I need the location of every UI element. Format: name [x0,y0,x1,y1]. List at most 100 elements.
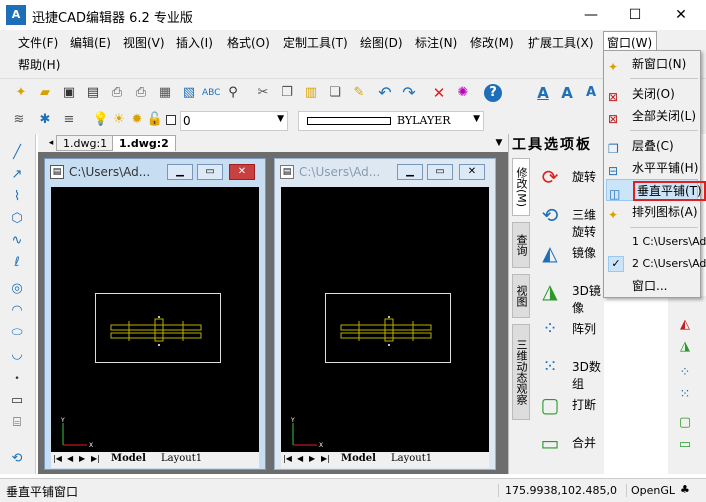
tool-3d-mirror[interactable]: ◮ 3D镜像 [536,274,606,315]
child-close-button[interactable]: ✕ [229,164,255,180]
child-restore-button[interactable]: ▭ [197,164,223,180]
layout-nav-prev-icon[interactable]: ◀ [297,454,303,463]
save-as-icon[interactable]: ▤ [84,84,102,102]
menu-item-arrange-icons[interactable]: ✦ 排列图标(A) [604,201,700,223]
layout-nav-first-icon[interactable]: |◀ [53,454,62,463]
page-setup-icon[interactable]: ▦ [156,84,174,102]
spline-icon[interactable]: ∿ [8,232,26,250]
layout-tab-layout1[interactable]: Layout1 [391,453,432,464]
layout-nav-next-icon[interactable]: ▶ [309,454,315,463]
layer-previous-icon[interactable]: ≡ [60,111,78,129]
tool-break[interactable]: ▢ 打断 [536,388,606,422]
layout-nav-prev-icon[interactable]: ◀ [67,454,73,463]
menu-draw[interactable]: 绘图(D) [358,33,405,53]
array-tool-icon[interactable]: ⁘ [676,364,694,382]
open-folder-icon[interactable]: ▰ [36,84,54,102]
hatch-icon[interactable]: ⌸ [8,414,26,432]
menu-item-tile-horizontal[interactable]: ⊟ 水平平铺(H) [604,157,700,179]
menu-edit[interactable]: 编辑(E) [68,33,113,53]
layer-select[interactable]: 0 ▼ [180,111,288,131]
copy-icon[interactable]: ❐ [278,84,296,102]
tool-array[interactable]: ⁘ 阵列 [536,312,606,346]
print-preview-icon[interactable]: ⎙ [132,84,150,102]
text-style-icon[interactable]: A [534,84,552,102]
layout-tab-layout1[interactable]: Layout1 [161,453,202,464]
tool-rotate[interactable]: ⟳ 旋转 [536,160,606,194]
tab-dwg-2[interactable]: 1.dwg:2 [112,135,176,151]
undo-icon[interactable]: ↶ [376,84,394,102]
revision-cloud-icon[interactable]: ℓ [8,254,26,272]
menu-item-close-all[interactable]: ⊠ 全部关闭(L) [604,105,700,127]
circle-icon[interactable]: ◎ [8,280,26,298]
menu-item-recent-window-2[interactable]: ✓ 2 C:\Users\Adm [604,253,706,275]
3d-mirror-tool-icon[interactable]: ◮ [676,338,694,356]
tool-mirror[interactable]: ◭ 镜像 [536,236,606,270]
copy-clip-icon[interactable]: ❏ [326,84,344,102]
rectangle-icon[interactable]: ▭ [8,392,26,410]
erase-icon[interactable]: ✺ [454,84,472,102]
menu-dimension[interactable]: 标注(N) [413,33,459,53]
child-restore-button[interactable]: ▭ [427,164,453,180]
menu-modify[interactable]: 修改(M) [468,33,516,53]
new-file-icon[interactable]: ✦ [12,84,30,102]
join-tool-icon[interactable]: ▭ [676,436,694,454]
help-icon[interactable]: ? [484,84,502,102]
menu-window[interactable]: 窗口(W) [603,31,657,51]
drawing-window-1[interactable]: ▤ C:\Users\Ad... ▁ ▭ ✕ Y X |◀ ◀ ▶ ▶| Mod… [44,158,266,470]
menu-item-tile-vertical[interactable]: ◫ 垂直平铺(T) [606,179,706,201]
break-tool-icon[interactable]: ▢ [676,414,694,432]
text-edit-icon[interactable]: A [582,84,600,102]
menu-view[interactable]: 视图(V) [121,33,167,53]
spellcheck-icon[interactable]: ABC [202,84,220,102]
settings-icon[interactable]: ♣ [680,483,690,496]
delete-icon[interactable]: ✕ [430,84,448,102]
palette-tab-query[interactable]: 查询 [512,222,530,268]
menu-custom-tools[interactable]: 定制工具(T) [281,33,350,53]
layout-nav-last-icon[interactable]: ▶| [91,454,100,463]
menu-item-cascade[interactable]: ❐ 层叠(C) [604,135,700,157]
layout-nav-last-icon[interactable]: ▶| [321,454,330,463]
tab-list-icon[interactable]: ▼ [490,134,508,152]
linetype-select[interactable]: BYLAYER ▼ [298,111,484,131]
3d-array-tool-icon[interactable]: ⁙ [676,386,694,404]
match-properties-icon[interactable]: ✎ [350,84,368,102]
ellipse-icon[interactable]: ⬭ [8,324,26,342]
palette-tab-modify[interactable]: 修改(M) [512,158,530,216]
tool-3d-array[interactable]: ⁙ 3D数组 [536,350,606,391]
menu-item-new-window[interactable]: ✦ 新窗口(N) [604,53,700,75]
maximize-button[interactable]: ☐ [620,5,650,25]
mirror-tool-icon[interactable]: ◭ [676,316,694,334]
layer-manager-icon[interactable]: ≋ [10,111,28,129]
menu-help[interactable]: 帮助(H) [16,55,62,75]
menu-item-close[interactable]: ⊠ 关闭(O) [604,83,700,105]
child-close-button[interactable]: ✕ [459,164,485,180]
redo-icon[interactable]: ↷ [400,84,418,102]
minimize-button[interactable]: — [576,5,606,25]
find-icon[interactable]: ⚲ [224,84,242,102]
layout-tab-model[interactable]: Model [341,453,376,464]
save-icon[interactable]: ▣ [60,84,78,102]
print-icon[interactable]: ⎙ [108,84,126,102]
layout-tab-model[interactable]: Model [111,453,146,464]
layer-states-icon[interactable]: ✱ [36,111,54,129]
menu-item-recent-window-1[interactable]: 1 C:\Users\Adm [604,231,706,253]
menu-format[interactable]: 格式(O) [225,33,272,53]
ray-icon[interactable]: ↗ [8,166,26,184]
layout-nav-first-icon[interactable]: |◀ [283,454,292,463]
drawing-window-2[interactable]: ▤ C:\Users\Ad... ▁ ▭ ✕ Y X |◀ ◀ ▶ ▶| Mod… [274,158,496,470]
menu-insert[interactable]: 插入(I) [174,33,215,53]
child-minimize-button[interactable]: ▁ [397,164,423,180]
drawing-canvas[interactable]: Y X [51,187,259,452]
menu-item-windows[interactable]: 窗口... [604,275,700,297]
line-icon[interactable]: ╱ [8,144,26,162]
child-minimize-button[interactable]: ▁ [167,164,193,180]
plot-icon[interactable]: ▧ [180,84,198,102]
regen-icon[interactable]: ⟲ [8,450,26,468]
paste-icon[interactable]: ▥ [302,84,320,102]
drawing-canvas[interactable]: Y X [281,187,489,452]
multiline-text-icon[interactable]: A [558,84,576,102]
point-icon[interactable]: • [8,370,26,388]
tool-3d-rotate[interactable]: ⟲ 三维旋转 [536,198,606,239]
arc-icon[interactable]: ◠ [8,302,26,320]
menu-file[interactable]: 文件(F) [16,33,60,53]
